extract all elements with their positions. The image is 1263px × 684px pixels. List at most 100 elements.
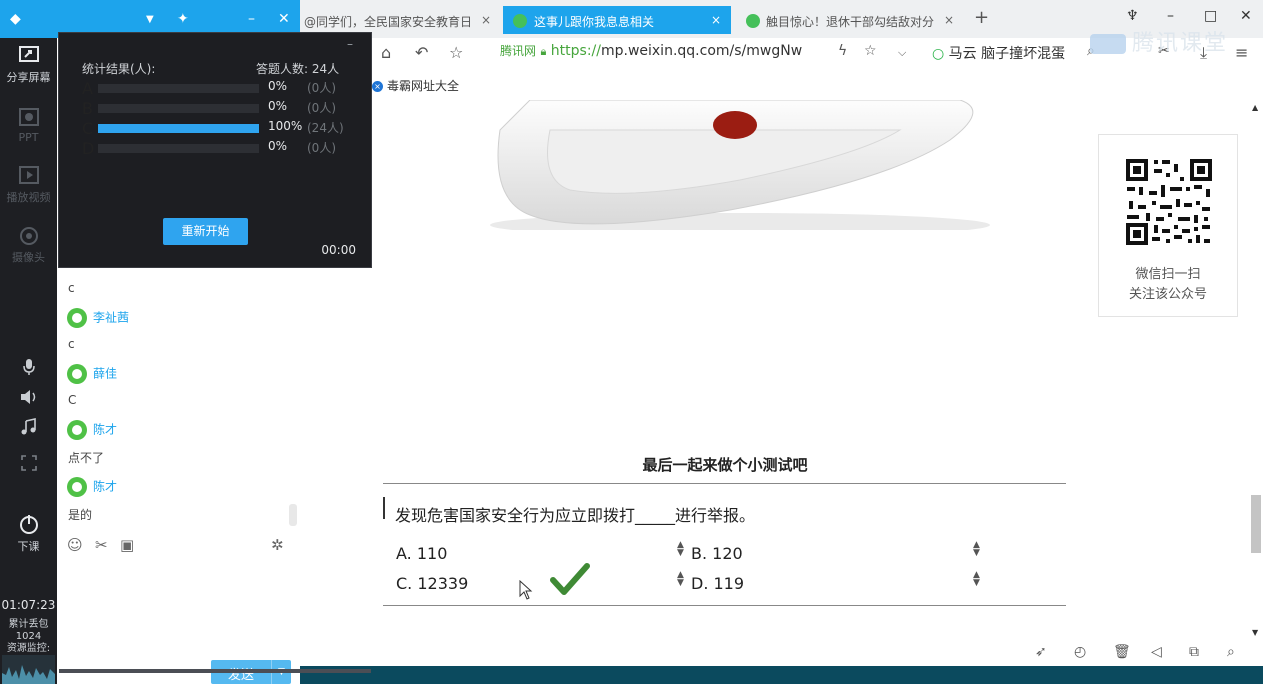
watermark-text: 腾讯课堂 bbox=[1132, 31, 1229, 56]
divider bbox=[383, 483, 1066, 484]
qr-caption-follow: 关注该公众号 bbox=[1128, 287, 1207, 302]
lightning-icon[interactable]: ϟ bbox=[838, 43, 847, 59]
result-count: (0人) bbox=[307, 141, 336, 155]
search-box[interactable]: ○ 马云 脑子撞坏混蛋 bbox=[932, 43, 1065, 63]
audio-icon[interactable]: ◁ bbox=[1151, 644, 1162, 660]
qr-caption-scan: 微信扫一扫 bbox=[1135, 267, 1201, 282]
result-row-d: D 0% (0人) bbox=[82, 139, 352, 158]
chat-message-text: C bbox=[68, 393, 77, 407]
close-icon[interactable]: ✕ bbox=[1240, 8, 1252, 24]
result-percent: 0% bbox=[268, 79, 288, 93]
music-button[interactable] bbox=[0, 418, 57, 439]
restart-button[interactable]: 重新开始 bbox=[163, 218, 248, 245]
new-tab-icon[interactable]: + bbox=[974, 7, 989, 28]
send-label: 发送 bbox=[227, 668, 254, 683]
ppt-button[interactable]: PPT bbox=[0, 108, 57, 144]
chat-message-text: c bbox=[68, 337, 75, 351]
camera-button[interactable]: 摄像头 bbox=[0, 226, 57, 265]
chat-message-sender: 薛佳 bbox=[67, 364, 117, 384]
scroll-up-icon[interactable]: ▲ bbox=[1252, 103, 1258, 112]
end-class-label: 下课 bbox=[17, 540, 40, 553]
share-screen-button[interactable]: 分享屏幕 bbox=[0, 46, 57, 85]
favorite-icon[interactable]: ☆ bbox=[864, 43, 877, 59]
result-row-a: A 0% (0人) bbox=[82, 79, 352, 98]
microphone-button[interactable] bbox=[0, 358, 57, 379]
popup-minimize-icon[interactable]: – bbox=[347, 37, 353, 51]
results-title: 统计结果(人): bbox=[82, 62, 156, 76]
result-row-c: C 100% (24人) bbox=[82, 119, 352, 138]
tab-close-icon[interactable]: × bbox=[481, 13, 491, 27]
chat-message-sender: 陈才 bbox=[67, 420, 117, 440]
window-icon[interactable]: ⧉ bbox=[1189, 644, 1199, 660]
zoom-icon[interactable]: ⌕ bbox=[1227, 644, 1235, 660]
speaker-button[interactable] bbox=[0, 388, 57, 409]
maximize-icon[interactable]: □ bbox=[1204, 8, 1217, 24]
end-class-button[interactable]: 下课 bbox=[0, 513, 57, 554]
music-icon bbox=[21, 418, 36, 435]
search-engine-icon: ○ bbox=[932, 46, 945, 62]
option-c-spinner-icon[interactable]: ▲ ▼ bbox=[677, 571, 684, 588]
option-d[interactable]: D. 119 bbox=[691, 574, 744, 593]
chat-message-text: 点不了 bbox=[68, 451, 105, 465]
menu-icon[interactable]: ≡ bbox=[1235, 43, 1248, 62]
class-timer: 01:07:23 bbox=[1, 598, 56, 612]
pin-icon[interactable]: ✦ bbox=[177, 11, 189, 27]
tencent-classroom-watermark: 腾讯课堂 bbox=[1090, 25, 1228, 57]
image-icon[interactable]: ▣ bbox=[120, 536, 134, 554]
option-c[interactable]: C. 12339 bbox=[396, 574, 468, 593]
bookmark-item[interactable]: × 毒霸网址大全 bbox=[372, 77, 459, 94]
quiz-title: 最后一起来做个小测试吧 bbox=[642, 456, 808, 474]
rocket-icon[interactable]: ➶ bbox=[1035, 644, 1047, 660]
undo-icon[interactable]: ↶ bbox=[415, 43, 428, 62]
tab-close-icon[interactable]: × bbox=[711, 13, 721, 27]
option-d-spinner-icon[interactable]: ▲ ▼ bbox=[973, 571, 980, 588]
site-label: 腾讯网 bbox=[500, 44, 537, 58]
tab-close-icon[interactable]: × bbox=[944, 13, 954, 27]
result-count: (24人) bbox=[307, 121, 344, 135]
qr-card: 微信扫一扫 关注该公众号 bbox=[1098, 134, 1238, 317]
tab-security-related[interactable]: 这事儿跟你我息息相关 × bbox=[503, 6, 731, 34]
close-icon[interactable]: ✕ bbox=[278, 11, 290, 27]
camera-icon bbox=[19, 227, 38, 245]
url-scheme: https:// bbox=[550, 43, 601, 59]
video-icon bbox=[18, 166, 39, 184]
minimize-icon[interactable]: – bbox=[248, 11, 255, 27]
dropdown-icon[interactable]: ▼ bbox=[146, 14, 154, 25]
home-icon[interactable]: ⌂ bbox=[381, 43, 391, 62]
qr-code bbox=[1124, 157, 1214, 247]
bookmarks-bar: × 毒霸网址大全 bbox=[300, 70, 1263, 100]
result-percent: 0% bbox=[268, 139, 288, 153]
chat-message-sender: 陈才 bbox=[67, 477, 117, 497]
option-b[interactable]: B. 120 bbox=[691, 544, 743, 563]
scissors-icon[interactable]: ✂ bbox=[95, 536, 108, 554]
result-percent: 0% bbox=[268, 99, 288, 113]
tab-retired-cadre[interactable]: 触目惊心！退休干部勾结敌对分 × bbox=[740, 6, 965, 34]
minimize-icon[interactable]: – bbox=[1167, 8, 1174, 24]
page-scrollbar[interactable]: ▲ ▼ bbox=[1249, 100, 1263, 666]
tab-national-security-day[interactable]: @同学们，全民国家安全教育日 × bbox=[300, 6, 500, 34]
scroll-thumb[interactable] bbox=[1251, 495, 1261, 553]
speaker-icon bbox=[20, 390, 35, 404]
result-count: (0人) bbox=[307, 81, 336, 95]
option-a-spinner-icon[interactable]: ▲ ▼ bbox=[677, 541, 684, 558]
star-icon[interactable]: ☆ bbox=[449, 43, 463, 62]
play-video-button[interactable]: 播放视频 bbox=[0, 166, 57, 205]
resource-graph bbox=[2, 655, 55, 684]
resource-monitor-label: 资源监控: bbox=[6, 643, 51, 654]
settings-icon[interactable]: ✲ bbox=[271, 536, 284, 554]
chevron-down-icon[interactable]: ⌵ bbox=[898, 46, 906, 60]
speed-icon[interactable]: ◴ bbox=[1074, 644, 1086, 660]
skin-icon[interactable]: ♆ bbox=[1126, 8, 1139, 24]
avatar bbox=[67, 477, 87, 497]
result-option: C bbox=[82, 119, 94, 138]
lock-icon: 🔒︎ bbox=[540, 45, 547, 58]
trash-icon[interactable]: 🗑︎ bbox=[1113, 644, 1131, 660]
share-screen-label: 分享屏幕 bbox=[6, 71, 51, 84]
option-a[interactable]: A. 110 bbox=[396, 544, 447, 563]
address-bar[interactable]: 腾讯网 🔒︎ https://mp.weixin.qq.com/s/mwgNw bbox=[500, 42, 802, 64]
fullscreen-button[interactable] bbox=[0, 455, 57, 474]
chat-scrollbar[interactable] bbox=[289, 504, 297, 526]
packet-loss-value: 1024 bbox=[15, 631, 42, 642]
option-b-spinner-icon[interactable]: ▲ ▼ bbox=[973, 541, 980, 558]
emoji-icon[interactable]: ☺ bbox=[67, 536, 83, 554]
